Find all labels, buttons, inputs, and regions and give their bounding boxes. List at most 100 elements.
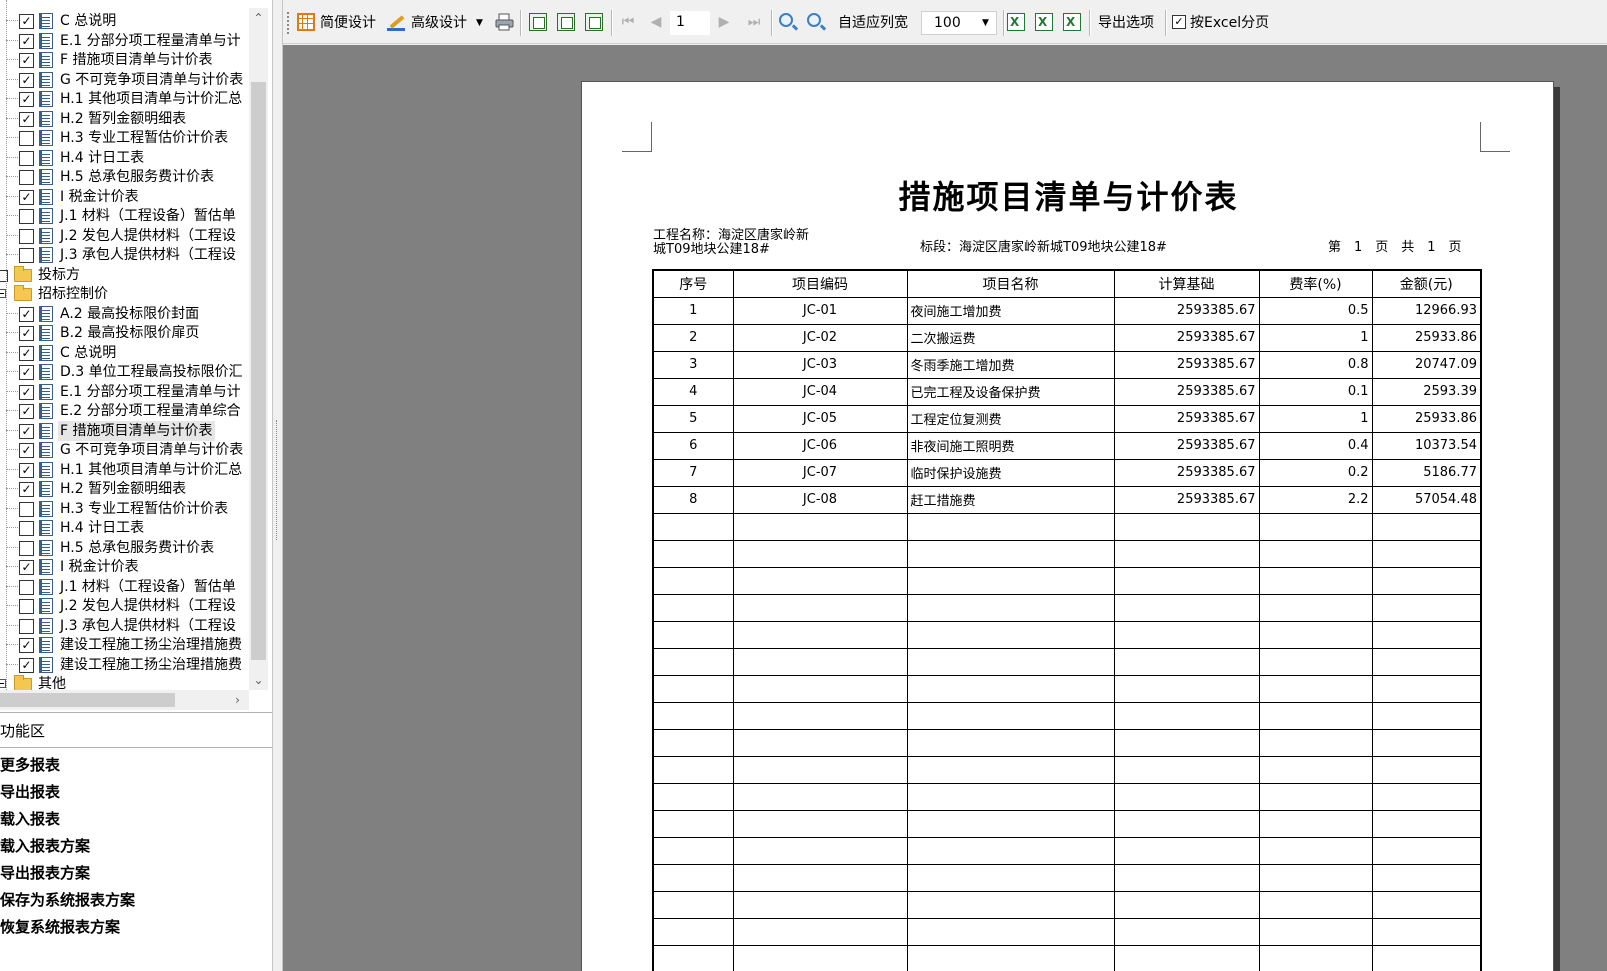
tree-item[interactable]: H.5 总承包服务费计价表 — [0, 167, 248, 187]
multi-page-icon[interactable] — [585, 13, 603, 31]
checkbox[interactable]: ✓ — [19, 443, 34, 458]
function-item[interactable]: 恢复系统报表方案 — [0, 914, 272, 941]
first-page-icon[interactable]: ⏮ — [619, 13, 637, 31]
tree-item[interactable]: ✓ G 不可竞争项目清单与计价表 — [0, 440, 248, 460]
checkbox[interactable] — [19, 580, 34, 595]
checkbox[interactable] — [19, 151, 34, 166]
tree-item[interactable]: J.1 材料（工程设备）暂估单 — [0, 206, 248, 226]
tree-item[interactable]: ✓ E.1 分部分项工程量清单与计 — [0, 31, 248, 51]
checkbox[interactable] — [19, 541, 34, 556]
checkbox[interactable] — [19, 248, 34, 263]
checkbox[interactable]: ✓ — [19, 307, 34, 322]
checkbox[interactable]: ✓ — [19, 385, 34, 400]
tree-item[interactable]: ✓ G 不可竞争项目清单与计价表 — [0, 70, 248, 90]
tree-item[interactable]: J.3 承包人提供材料（工程设 — [0, 245, 248, 265]
next-page-icon[interactable]: ▶ — [715, 13, 733, 31]
checkbox[interactable]: ✓ — [19, 53, 34, 68]
tree-item[interactable]: 投标方 — [0, 265, 248, 285]
tree-item[interactable]: H.5 总承包服务费计价表 — [0, 538, 248, 558]
tree-item[interactable]: H.3 专业工程暂估价计价表 — [0, 128, 248, 148]
grid-design-icon[interactable] — [297, 13, 315, 31]
pencil-design-icon[interactable] — [387, 13, 405, 31]
tree-item[interactable]: ✓ 建设工程施工扬尘治理措施费 — [0, 635, 248, 655]
checkbox[interactable]: ✓ — [19, 482, 34, 497]
previous-page-icon[interactable]: ◀ — [647, 13, 665, 31]
tree-horizontal-scrollbar[interactable]: › — [0, 690, 249, 710]
checkbox[interactable]: ✓ — [19, 190, 34, 205]
tree-item[interactable]: ✓ E.2 分部分项工程量清单综合 — [0, 401, 248, 421]
checkbox[interactable]: ✓ — [19, 346, 34, 361]
checkbox[interactable]: ✓ — [19, 658, 34, 673]
checkbox[interactable]: ✓ — [19, 14, 34, 29]
checkbox[interactable]: ✓ — [19, 638, 34, 653]
tree-item[interactable]: J.1 材料（工程设备）暂估单 — [0, 577, 248, 597]
tree-item[interactable]: J.3 承包人提供材料（工程设 — [0, 616, 248, 636]
scrollbar-thumb[interactable] — [0, 693, 175, 707]
function-item[interactable]: 载入报表方案 — [0, 833, 272, 860]
tree-item[interactable]: ✓ F 措施项目清单与计价表 — [0, 50, 248, 70]
scroll-right-icon[interactable]: › — [228, 690, 247, 710]
checkbox[interactable] — [19, 619, 34, 634]
excel-paging-label[interactable]: 按Excel分页 — [1190, 12, 1269, 34]
tree-item[interactable]: ✓ A.2 最高投标限价封面 — [0, 304, 248, 324]
auto-fit-columns-button[interactable]: 自适应列宽 — [838, 12, 908, 34]
export-excel-multi-icon[interactable] — [1063, 13, 1081, 31]
tree-item[interactable]: ✓ F 措施项目清单与计价表 — [0, 421, 248, 441]
zoom-out-icon[interactable] — [807, 13, 821, 27]
last-page-icon[interactable]: ⏭ — [745, 13, 763, 31]
tree-item[interactable]: ✓ E.1 分部分项工程量清单与计 — [0, 382, 248, 402]
chevron-down-icon[interactable]: ▼ — [982, 12, 989, 34]
toolbar-grip[interactable] — [287, 12, 289, 34]
tree-item[interactable]: ✓ I 税金计价表 — [0, 557, 248, 577]
tree-item[interactable]: ✓ 建设工程施工扬尘治理措施费 — [0, 655, 248, 675]
checkbox[interactable]: ✓ — [19, 463, 34, 478]
report-preview-area[interactable]: 措施项目清单与计价表 工程名称：海淀区唐家岭新 城T09地块公建18# 标段：海… — [283, 45, 1607, 971]
checkbox[interactable]: ✓ — [19, 424, 34, 439]
export-excel-icon[interactable] — [1007, 13, 1025, 31]
tree-vertical-scrollbar[interactable]: ⌃ ⌄ — [249, 8, 268, 690]
tree-item[interactable]: H.4 计日工表 — [0, 518, 248, 538]
function-item[interactable]: 保存为系统报表方案 — [0, 887, 272, 914]
checkbox[interactable]: ✓ — [19, 326, 34, 341]
export-options-button[interactable]: 导出选项 — [1098, 12, 1154, 34]
checkbox[interactable] — [19, 229, 34, 244]
scrollbar-thumb[interactable] — [251, 82, 266, 660]
panel-splitter[interactable] — [272, 0, 283, 971]
checkbox[interactable]: ✓ — [19, 404, 34, 419]
scroll-up-icon[interactable]: ⌃ — [249, 8, 268, 28]
function-item[interactable]: 载入报表 — [0, 806, 272, 833]
checkbox[interactable]: ✓ — [19, 365, 34, 380]
zoom-in-icon[interactable] — [779, 13, 793, 27]
export-excel-sheet-icon[interactable] — [1035, 13, 1053, 31]
checkbox[interactable] — [19, 521, 34, 536]
page-number-input[interactable]: 1 — [676, 11, 685, 33]
tree-item[interactable]: ✓ H.2 暂列金额明细表 — [0, 479, 248, 499]
tree-item[interactable]: ✓ D.3 单位工程最高投标限价汇 — [0, 362, 248, 382]
tree-item[interactable]: ✓ H.2 暂列金额明细表 — [0, 109, 248, 129]
tree-item[interactable]: ✓ C 总说明 — [0, 11, 248, 31]
function-item[interactable]: 导出报表方案 — [0, 860, 272, 887]
simple-design-button[interactable]: 简便设计 — [320, 12, 376, 34]
tree-item[interactable]: 招标控制价 — [0, 284, 248, 304]
checkbox[interactable]: ✓ — [19, 560, 34, 575]
advanced-design-button[interactable]: 高级设计 — [411, 12, 467, 34]
checkbox[interactable]: ✓ — [19, 112, 34, 127]
tree-item[interactable]: ✓ B.2 最高投标限价扉页 — [0, 323, 248, 343]
two-page-icon[interactable] — [557, 13, 575, 31]
print-icon[interactable] — [495, 13, 514, 31]
function-item[interactable]: 更多报表 — [0, 752, 272, 779]
checkbox[interactable]: ✓ — [19, 73, 34, 88]
tree-item[interactable]: ✓ I 税金计价表 — [0, 187, 248, 207]
tree-item[interactable]: ✓ C 总说明 — [0, 343, 248, 363]
dropdown-arrow-icon[interactable]: ▼ — [476, 12, 483, 34]
tree-item[interactable]: ✓ H.1 其他项目清单与计价汇总 — [0, 460, 248, 480]
excel-paging-checkbox[interactable]: ✓ — [1172, 15, 1186, 29]
tree-item[interactable]: ✓ H.1 其他项目清单与计价汇总 — [0, 89, 248, 109]
single-page-icon[interactable] — [529, 13, 547, 31]
checkbox[interactable] — [19, 209, 34, 224]
checkbox[interactable]: ✓ — [19, 92, 34, 107]
checkbox[interactable] — [19, 599, 34, 614]
zoom-select[interactable]: 100 ▼ — [921, 11, 997, 35]
tree-item[interactable]: J.2 发包人提供材料（工程设 — [0, 596, 248, 616]
tree-item[interactable]: H.4 计日工表 — [0, 148, 248, 168]
